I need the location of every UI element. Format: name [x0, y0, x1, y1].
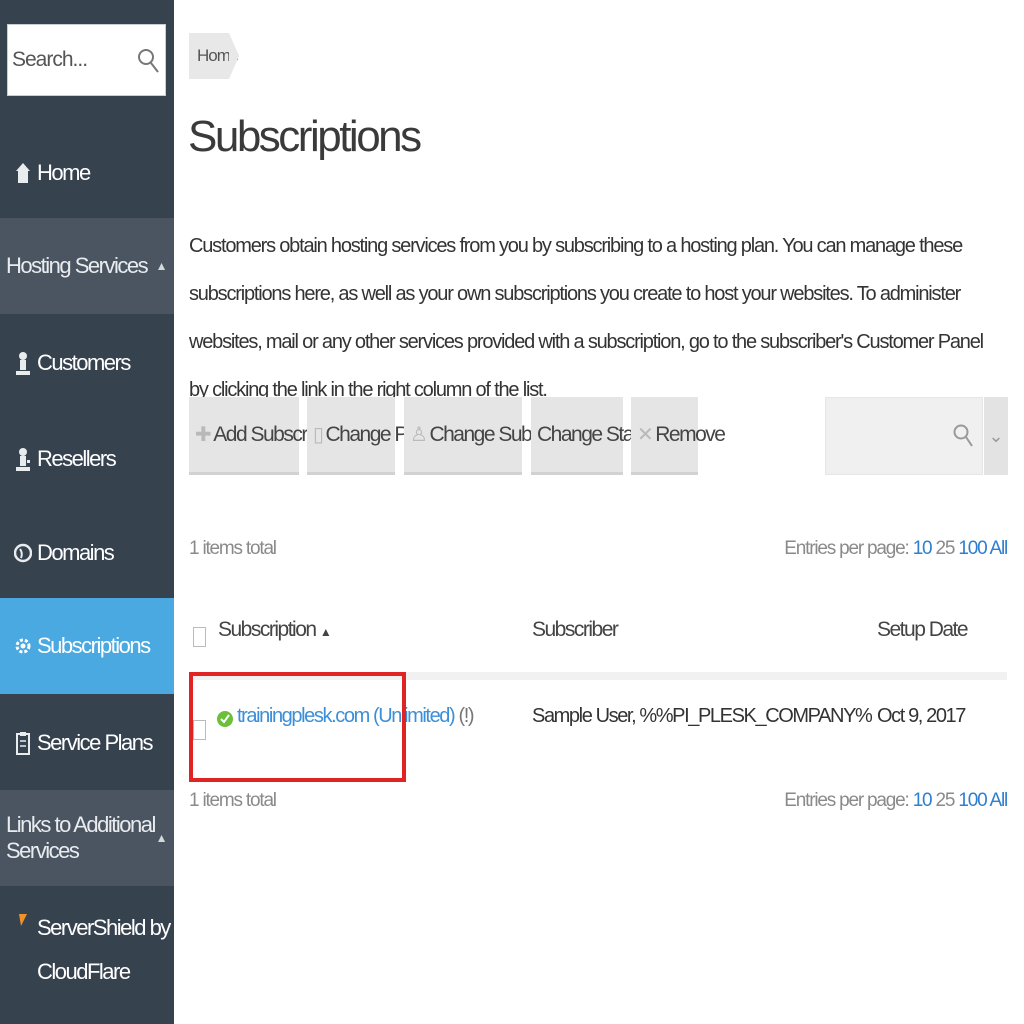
column-header-setup-date[interactable]: Setup Date: [877, 618, 969, 642]
sidebar-item-label: Subscriptions: [37, 633, 151, 658]
subscription-link[interactable]: trainingplesk.com: [237, 705, 370, 727]
sidebar-section-links[interactable]: Links to Additional Services ▲: [0, 790, 174, 886]
sidebar-item-servershield[interactable]: ServerShield by CloudFlare: [0, 906, 174, 1006]
sidebar-item-label: Domains: [37, 540, 115, 565]
collapse-caret-icon: ▲: [155, 831, 168, 845]
select-all-checkbox[interactable]: [193, 627, 206, 647]
change-status-button[interactable]: Change Status ▼: [531, 397, 669, 475]
reseller-icon: [14, 445, 32, 473]
person-icon: [14, 349, 32, 377]
sidebar: Home Hosting Services ▲ Customers Resell…: [0, 0, 174, 1024]
remove-button[interactable]: ✕ Remove: [631, 397, 726, 475]
table-row: trainingplesk.com (Unlimited) (!): [237, 705, 475, 728]
servershield-line1: ServerShield by: [37, 915, 171, 940]
sidebar-item-label: Service Plans: [37, 730, 154, 755]
section-label: Hosting Services: [6, 253, 149, 278]
entries-per-page-bottom: Entries per page: 10 25 100 All: [784, 790, 1008, 812]
column-header-subscription[interactable]: Subscription ▲: [218, 618, 332, 642]
sort-ascending-icon: ▲: [319, 625, 332, 639]
change-plan-button[interactable]: ▯ Change Plan: [307, 397, 432, 475]
sidebar-item-domains[interactable]: Domains: [0, 528, 174, 578]
entries-label: Entries per page:: [784, 790, 910, 811]
globe-icon: [14, 539, 32, 567]
list-search-field[interactable]: [825, 397, 983, 475]
document-icon: ▯: [313, 424, 324, 446]
sidebar-item-label: Home: [37, 160, 91, 185]
sidebar-item-resellers[interactable]: Resellers: [0, 434, 174, 484]
entries-option-all[interactable]: All: [989, 538, 1008, 559]
sidebar-section-hosting[interactable]: Hosting Services ▲: [0, 218, 174, 314]
entries-option-25: 25: [935, 790, 956, 811]
entries-option-100[interactable]: 100: [958, 790, 987, 811]
setup-date-cell: Oct 9, 2017: [877, 705, 966, 727]
subscription-plan-link[interactable]: (Unlimited): [373, 705, 456, 727]
sidebar-item-subscriptions[interactable]: Subscriptions: [0, 598, 174, 694]
button-label: Remove: [655, 422, 726, 446]
add-icon: ✚: [195, 424, 212, 446]
search-icon[interactable]: [136, 45, 160, 75]
column-header-subscriber[interactable]: Subscriber: [532, 618, 619, 642]
chevron-down-icon: ⌄: [988, 425, 1004, 446]
items-total-bottom: 1 items total: [189, 790, 277, 811]
search-options-toggle[interactable]: ⌄: [984, 397, 1008, 475]
servershield-label: ServerShield by CloudFlare: [37, 906, 171, 994]
header-divider: [189, 672, 1007, 680]
flag-icon: [14, 910, 32, 938]
home-icon: [14, 159, 32, 187]
sidebar-item-home[interactable]: Home: [0, 148, 174, 198]
entries-option-all[interactable]: All: [989, 790, 1008, 811]
section-label: Links to Additional Services: [6, 812, 156, 863]
servershield-line2: CloudFlare: [37, 959, 131, 984]
page-description: Customers obtain hosting services from y…: [189, 235, 984, 401]
sidebar-item-label: Customers: [37, 350, 131, 375]
person-icon: ♙: [410, 424, 428, 446]
subscriber-cell: Sample User, %%PI_PLESK_COMPANY%: [532, 705, 873, 727]
remove-icon: ✕: [637, 424, 654, 446]
entries-option-10[interactable]: 10: [913, 790, 933, 811]
row-checkbox[interactable]: [193, 720, 206, 740]
entries-option-10[interactable]: 10: [913, 538, 933, 559]
sidebar-item-service-plans[interactable]: Service Plans: [0, 718, 174, 768]
sidebar-item-customers[interactable]: Customers: [0, 338, 174, 388]
page-title: Subscriptions: [188, 112, 422, 161]
entries-per-page-top: Entries per page: 10 25 100 All: [784, 538, 1008, 560]
sidebar-item-label: Resellers: [37, 446, 117, 471]
search-input[interactable]: [12, 25, 140, 95]
collapse-caret-icon: ▲: [155, 259, 168, 273]
status-ok-icon: [217, 711, 233, 727]
breadcrumb[interactable]: Home: [189, 33, 239, 79]
breadcrumb-home[interactable]: Home: [197, 46, 239, 66]
change-subscriber-button[interactable]: ♙ Change Subscriber: [404, 397, 585, 475]
clipboard-icon: [14, 729, 32, 757]
info-marker[interactable]: (!): [458, 705, 474, 727]
entries-label: Entries per page:: [784, 538, 910, 559]
gear-icon: [14, 632, 32, 660]
items-total-top: 1 items total: [189, 538, 277, 559]
column-label: Subscription: [218, 618, 317, 641]
add-subscription-button[interactable]: ✚ Add Subscription: [189, 397, 350, 475]
entries-option-25: 25: [935, 538, 956, 559]
search-icon[interactable]: [952, 420, 974, 450]
sidebar-search: [7, 24, 166, 96]
entries-option-100[interactable]: 100: [958, 538, 987, 559]
